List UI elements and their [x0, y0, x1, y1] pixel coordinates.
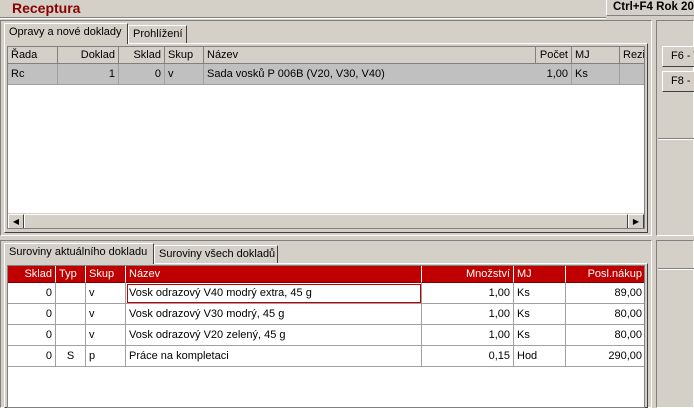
cell-nazev[interactable]: Práce na kompletaci [126, 346, 422, 367]
cell-skup[interactable]: v [86, 304, 126, 325]
cell-mnozstvi[interactable]: 0,15 [422, 346, 514, 367]
col-header-mj[interactable]: MJ [514, 266, 566, 283]
cell-sklad[interactable]: 0 [8, 304, 56, 325]
documents-grid[interactable]: Řada Doklad Sklad Skup Název Počet MJ Re… [7, 46, 645, 229]
cell-skup[interactable]: v [165, 64, 204, 85]
shortcut-label: Ctrl+F4 Rok 20 [606, 0, 694, 16]
scroll-left-icon[interactable]: ◀ [8, 214, 24, 228]
col-header-sklad[interactable]: Sklad [119, 47, 165, 64]
cell-typ[interactable] [56, 304, 86, 325]
cell-mj[interactable]: Ks [572, 64, 620, 85]
right-panel-bottom-divider [658, 268, 694, 270]
cell-nazev[interactable]: Vosk odrazový V20 zelený, 45 g [126, 325, 422, 346]
cell-nazev[interactable]: Sada vosků P 006B (V20, V30, V40) [204, 64, 572, 85]
cell-posl-nakup[interactable]: 290,00 [566, 346, 644, 367]
tab-label: Prohlížení [133, 28, 183, 40]
cell-doklad[interactable]: 1 [58, 64, 119, 85]
tab-prohlizeni[interactable]: Prohlížení [128, 25, 187, 44]
col-header-posl-nakup[interactable]: Posl.nákup [566, 266, 644, 283]
horizontal-scrollbar[interactable]: ◀ ▶ [8, 213, 644, 228]
tab-label: Suroviny aktuálního dokladu [9, 246, 148, 258]
scroll-right-icon[interactable]: ▶ [628, 214, 644, 228]
col-header-skup[interactable]: Skup [165, 47, 204, 64]
cell-nazev[interactable]: Vosk odrazový V30 modrý, 45 g [126, 304, 422, 325]
cell-nazev[interactable]: Vosk odrazový V40 modrý extra, 45 g [126, 283, 422, 304]
cell-posl-nakup[interactable]: 89,00 [566, 283, 644, 304]
tab-suroviny-aktualniho-dokladu[interactable]: Suroviny aktuálního dokladu [4, 243, 154, 264]
f8-button[interactable]: F8 - K [662, 71, 694, 92]
cell-rezim[interactable] [620, 64, 644, 85]
cell-posl-nakup[interactable]: 80,00 [566, 325, 644, 346]
cell-skup[interactable]: v [86, 283, 126, 304]
col-header-mj[interactable]: MJ [572, 47, 620, 64]
cell-sklad[interactable]: 0 [8, 346, 56, 367]
cell-posl-nakup[interactable]: 80,00 [566, 304, 644, 325]
tab-label: Suroviny všech dokladů [159, 248, 276, 260]
cell-skup[interactable]: p [86, 346, 126, 367]
cell-mj[interactable]: Ks [514, 283, 566, 304]
col-header-pocet[interactable]: Počet [536, 47, 572, 64]
cell-pocet[interactable]: 1,00 [536, 64, 572, 85]
cell-rada[interactable]: Rc [8, 64, 58, 85]
tab-opravy-a-nove-doklady[interactable]: Opravy a nové doklady [4, 23, 128, 44]
col-header-doklad[interactable]: Doklad [58, 47, 119, 64]
cell-sklad[interactable]: 0 [119, 64, 165, 85]
cell-sklad[interactable]: 0 [8, 325, 56, 346]
col-header-sklad[interactable]: Sklad [8, 266, 56, 283]
cell-mj[interactable]: Hod [514, 346, 566, 367]
col-header-mnozstvi[interactable]: Množství [422, 266, 514, 283]
cell-mj[interactable]: Ks [514, 304, 566, 325]
right-panel-divider [658, 138, 694, 140]
col-header-skup[interactable]: Skup [86, 266, 126, 283]
cell-mnozstvi[interactable]: 1,00 [422, 283, 514, 304]
col-header-nazev[interactable]: Název [126, 266, 422, 283]
col-header-rada[interactable]: Řada [8, 47, 58, 64]
cell-typ[interactable]: S [56, 346, 86, 367]
cell-mj[interactable]: Ks [514, 325, 566, 346]
col-header-typ[interactable]: Typ [56, 266, 86, 283]
cell-mnozstvi[interactable]: 1,00 [422, 325, 514, 346]
cell-typ[interactable] [56, 325, 86, 346]
title-divider [0, 17, 606, 19]
col-header-rezim[interactable]: Rezim [620, 47, 644, 64]
cell-skup[interactable]: v [86, 325, 126, 346]
window-title: Receptura [12, 0, 81, 16]
cell-mnozstvi[interactable]: 1,00 [422, 304, 514, 325]
materials-grid[interactable]: Sklad Typ Skup Název Množství MJ Posl.ná… [7, 265, 645, 408]
cell-sklad[interactable]: 0 [8, 283, 56, 304]
cell-typ[interactable] [56, 283, 86, 304]
tab-suroviny-vsech-dokladu[interactable]: Suroviny všech dokladů [154, 245, 278, 264]
col-header-nazev[interactable]: Název [204, 47, 536, 64]
right-panel-bottom [656, 240, 694, 408]
scroll-thumb[interactable] [24, 214, 628, 228]
f6-button[interactable]: F6 - T [662, 46, 694, 67]
tab-label: Opravy a nové doklady [9, 26, 122, 38]
